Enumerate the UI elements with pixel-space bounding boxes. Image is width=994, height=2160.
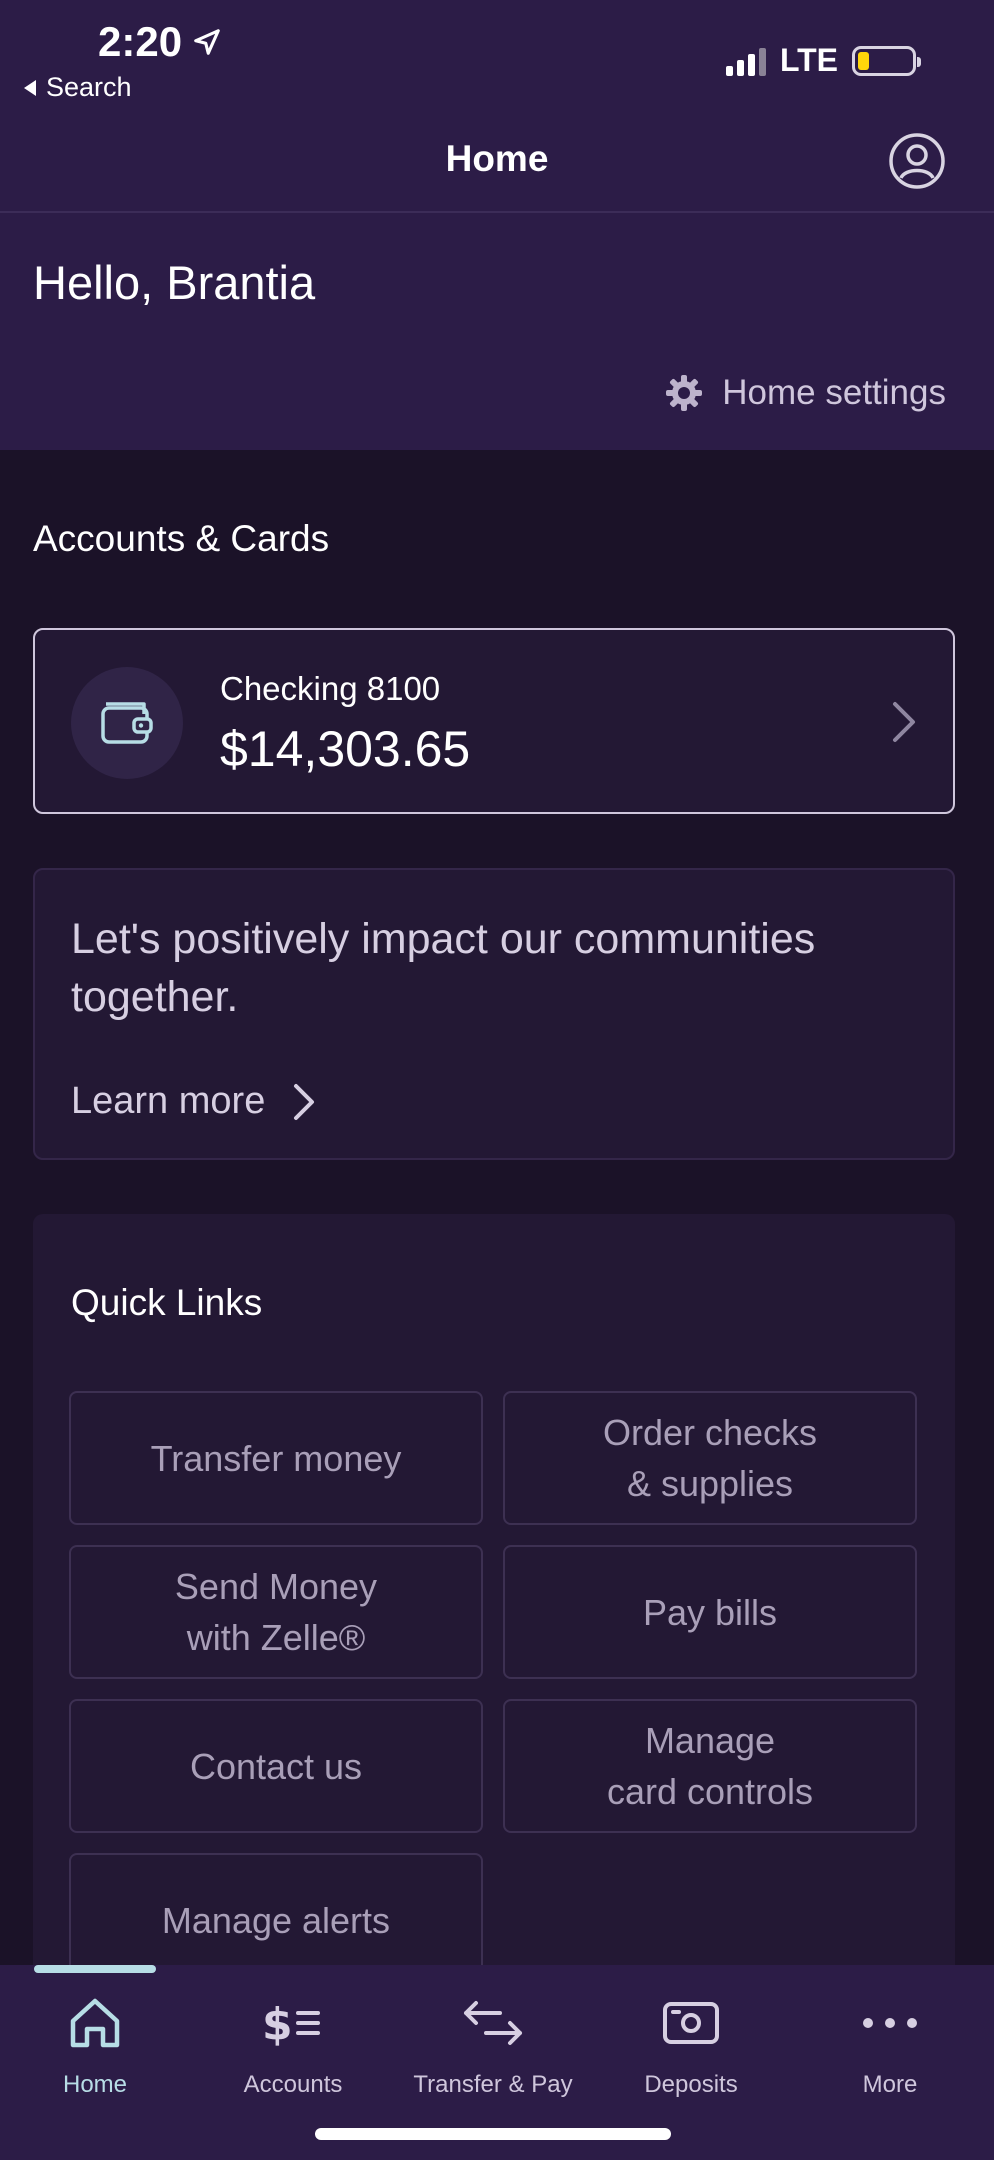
profile-icon[interactable] <box>888 132 946 190</box>
nav-header: Home <box>0 110 994 213</box>
page-title: Home <box>445 138 549 179</box>
tab-transfer-pay[interactable]: Transfer & Pay <box>393 1985 593 2125</box>
account-balance: $14,303.65 <box>220 721 471 777</box>
battery-icon <box>852 45 921 76</box>
transfer-money-button[interactable]: Transfer money <box>69 1391 483 1525</box>
tab-accounts-label: Accounts <box>243 2071 343 2098</box>
promo-card: Let's positively impact our communities … <box>33 868 955 1160</box>
account-name: Checking 8100 <box>220 670 441 707</box>
back-to-search-link[interactable]: Search <box>24 72 132 103</box>
home-indicator[interactable] <box>315 2128 671 2140</box>
gear-icon <box>666 375 703 411</box>
network-label: LTE <box>779 42 838 78</box>
contact-us-button[interactable]: Contact us <box>69 1699 483 1833</box>
greeting-text: Hello, Brantia <box>33 256 316 309</box>
active-tab-indicator <box>34 1965 156 1973</box>
pay-bills-button[interactable]: Pay bills <box>503 1545 917 1679</box>
order-checks-button[interactable]: Order checks & supplies <box>503 1391 917 1525</box>
transfer-icon <box>464 2001 522 2045</box>
status-time: 2:20 <box>98 18 222 66</box>
tab-more-label: More <box>862 2071 918 2098</box>
status-indicators: LTE <box>725 42 921 79</box>
tab-more[interactable]: More <box>790 1985 990 2125</box>
accounts-icon: $ <box>262 1999 320 2049</box>
wallet-icon-badge <box>71 667 183 779</box>
tab-accounts[interactable]: $ Accounts <box>193 1985 393 2125</box>
wallet-icon <box>101 702 153 744</box>
tab-deposits-label: Deposits <box>644 2071 738 2098</box>
svg-text:$: $ <box>262 1999 293 2049</box>
tab-deposits[interactable]: Deposits <box>591 1985 791 2125</box>
accounts-section-title: Accounts & Cards <box>33 518 330 559</box>
chevron-right-icon <box>893 702 915 742</box>
more-icon <box>863 2018 917 2028</box>
chevron-right-icon <box>294 1083 315 1120</box>
location-arrow-icon <box>194 29 220 55</box>
home-icon <box>70 1998 120 2048</box>
signal-icon <box>725 46 766 76</box>
quick-links-title: Quick Links <box>71 1282 263 1323</box>
send-money-zelle-button[interactable]: Send Money with Zelle® <box>69 1545 483 1679</box>
greeting-band: Hello, Brantia Home settings <box>0 213 994 450</box>
learn-more-label: Learn more <box>71 1080 266 1122</box>
home-screen: 2:20 Search LTE Home Hello, Brantia Home… <box>0 0 994 2160</box>
home-settings-label: Home settings <box>722 373 946 412</box>
manage-card-controls-button[interactable]: Manage card controls <box>503 1699 917 1833</box>
promo-text: Let's positively impact our communities … <box>71 915 816 1021</box>
tab-transfer-pay-label: Transfer & Pay <box>413 2071 573 2098</box>
tab-home[interactable]: Home <box>0 1985 195 2125</box>
learn-more-link[interactable]: Learn more <box>71 1080 315 1123</box>
deposits-icon <box>663 2002 719 2044</box>
back-arrow-icon <box>24 79 36 96</box>
account-card-checking[interactable]: Checking 8100 $14,303.65 <box>33 628 955 814</box>
tab-home-label: Home <box>62 2071 128 2098</box>
back-search-label: Search <box>46 72 132 102</box>
home-settings-button[interactable]: Home settings <box>664 373 946 413</box>
clock-label: 2:20 <box>98 18 183 65</box>
